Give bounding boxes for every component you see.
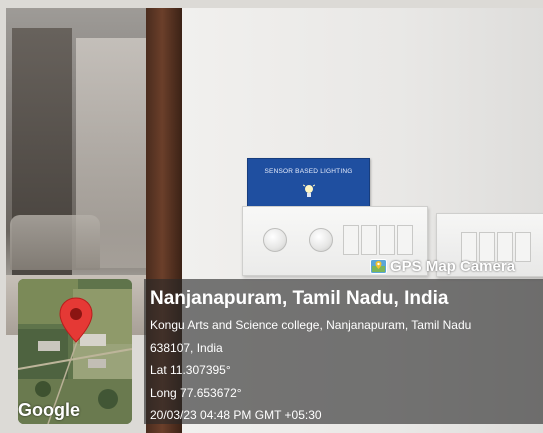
google-logo: Google xyxy=(18,400,80,420)
location-info-panel: Nanjanapuram, Tamil Nadu, India Kongu Ar… xyxy=(144,279,543,424)
timestamp: 20/03/23 04:48 PM GMT +05:30 xyxy=(150,408,322,422)
rocker-switch xyxy=(397,225,413,255)
map-thumbnail: Google xyxy=(18,279,132,424)
rocker-switch xyxy=(361,225,377,255)
gps-map-camera-icon xyxy=(370,259,387,274)
longitude: Long 77.653672° xyxy=(150,386,242,400)
location-pin-icon xyxy=(59,297,93,343)
latitude: Lat 11.307395° xyxy=(150,363,231,377)
bulb-icon xyxy=(303,184,315,197)
gps-map-camera-brand: GPS Map Camera xyxy=(370,258,515,275)
location-title: Nanjanapuram, Tamil Nadu, India xyxy=(150,288,449,309)
address-line: 638107, India xyxy=(150,341,223,355)
dimmer-knob xyxy=(309,228,333,252)
rocker-switch xyxy=(343,225,359,255)
sensor-lighting-sign: SENSOR BASED LIGHTING xyxy=(247,158,370,210)
rocker-switch xyxy=(379,225,395,255)
brand-text: GPS Map Camera xyxy=(390,258,516,275)
address-line: Kongu Arts and Science college, Nanjanap… xyxy=(150,318,472,332)
sign-text: SENSOR BASED LIGHTING xyxy=(264,168,353,175)
chair xyxy=(10,215,100,270)
photo: SENSOR BASED LIGHTING GPS Map Camera Goo… xyxy=(0,0,543,433)
rocker-switch xyxy=(515,232,531,262)
dimmer-knob xyxy=(263,228,287,252)
